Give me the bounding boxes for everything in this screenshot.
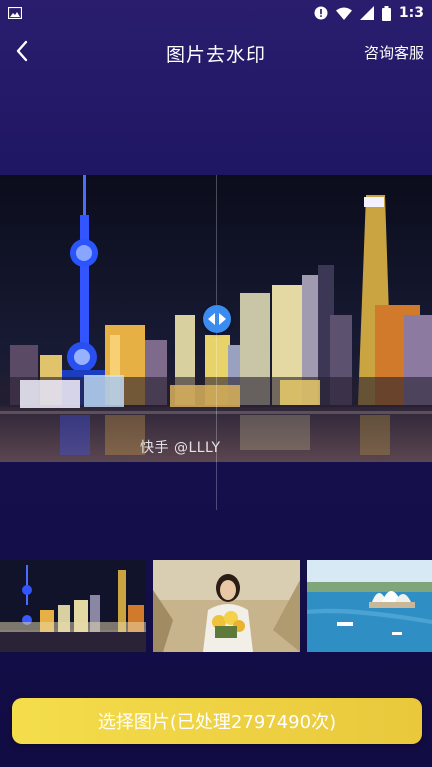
compare-divider (216, 175, 217, 510)
status-left (8, 7, 22, 19)
status-bar: 1:3 (0, 0, 432, 26)
image-icon (8, 7, 22, 19)
status-time: 1:3 (398, 5, 424, 21)
sample-thumbnail-shanghai[interactable] (0, 560, 146, 652)
consult-service-link[interactable]: 咨询客服 (364, 42, 424, 63)
sample-images (0, 560, 432, 652)
status-right: 1:3 (314, 5, 424, 21)
sample-thumbnail-sydney[interactable] (307, 560, 432, 652)
signal-icon (359, 6, 374, 20)
watermark-text: 快手 @LLLY (140, 440, 221, 456)
alert-icon (314, 6, 328, 20)
select-image-button[interactable]: 选择图片(已处理2797490次) (12, 698, 422, 744)
sample-thumbnail-portrait[interactable] (153, 560, 300, 652)
battery-icon (381, 5, 391, 21)
left-right-arrows-icon (208, 310, 226, 329)
compare-slider-handle[interactable] (203, 305, 231, 333)
header: 图片去水印 咨询客服 (0, 26, 432, 80)
wifi-icon (335, 7, 352, 20)
